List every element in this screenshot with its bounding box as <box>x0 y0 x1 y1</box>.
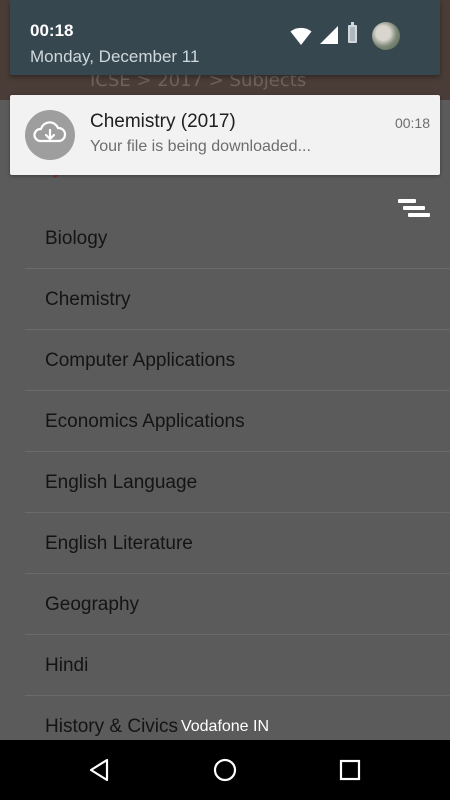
subject-label: Hindi <box>45 655 89 676</box>
list-item-english-literature[interactable]: English Literature <box>25 513 450 574</box>
back-icon[interactable] <box>86 756 114 784</box>
subject-label: Chemistry <box>45 289 131 310</box>
notification-text: Your file is being downloaded... <box>90 138 311 155</box>
subject-label: Biology <box>45 228 108 249</box>
list-item-geography[interactable]: Geography <box>25 574 450 635</box>
notification-time: 00:18 <box>394 115 430 131</box>
subject-label: English Literature <box>45 533 193 554</box>
signal-icon <box>320 26 338 44</box>
notification-title: Chemistry (2017) <box>90 111 236 132</box>
list-item-english-language[interactable]: English Language <box>25 452 450 513</box>
date[interactable]: Monday, December 11 <box>30 47 199 67</box>
subject-list: Biology Chemistry Computer Applications … <box>25 208 450 757</box>
wifi-icon <box>290 27 312 45</box>
list-item-economics-applications[interactable]: Economics Applications <box>25 391 450 452</box>
list-item-hindi[interactable]: Hindi <box>25 635 450 696</box>
list-item-biology[interactable]: Biology <box>25 208 450 269</box>
subject-label: Geography <box>45 594 140 615</box>
carrier-label: Vodafone IN <box>180 718 270 735</box>
notification-shade-header[interactable]: 00:18 Monday, December 11 <box>10 0 440 75</box>
download-notification[interactable]: Chemistry (2017) Your file is being down… <box>10 95 440 175</box>
avatar[interactable] <box>372 22 400 50</box>
subject-label: Economics Applications <box>45 411 245 432</box>
navigation-bar <box>0 740 450 800</box>
list-item-chemistry[interactable]: Chemistry <box>25 269 450 330</box>
recents-icon[interactable] <box>336 756 364 784</box>
battery-icon <box>348 22 357 43</box>
home-icon[interactable] <box>211 756 239 784</box>
clock: 00:18 <box>30 21 74 40</box>
list-item-computer-applications[interactable]: Computer Applications <box>25 330 450 391</box>
subject-label: Computer Applications <box>45 350 236 371</box>
cloud-download-icon <box>25 110 75 160</box>
subject-label: English Language <box>45 472 198 493</box>
